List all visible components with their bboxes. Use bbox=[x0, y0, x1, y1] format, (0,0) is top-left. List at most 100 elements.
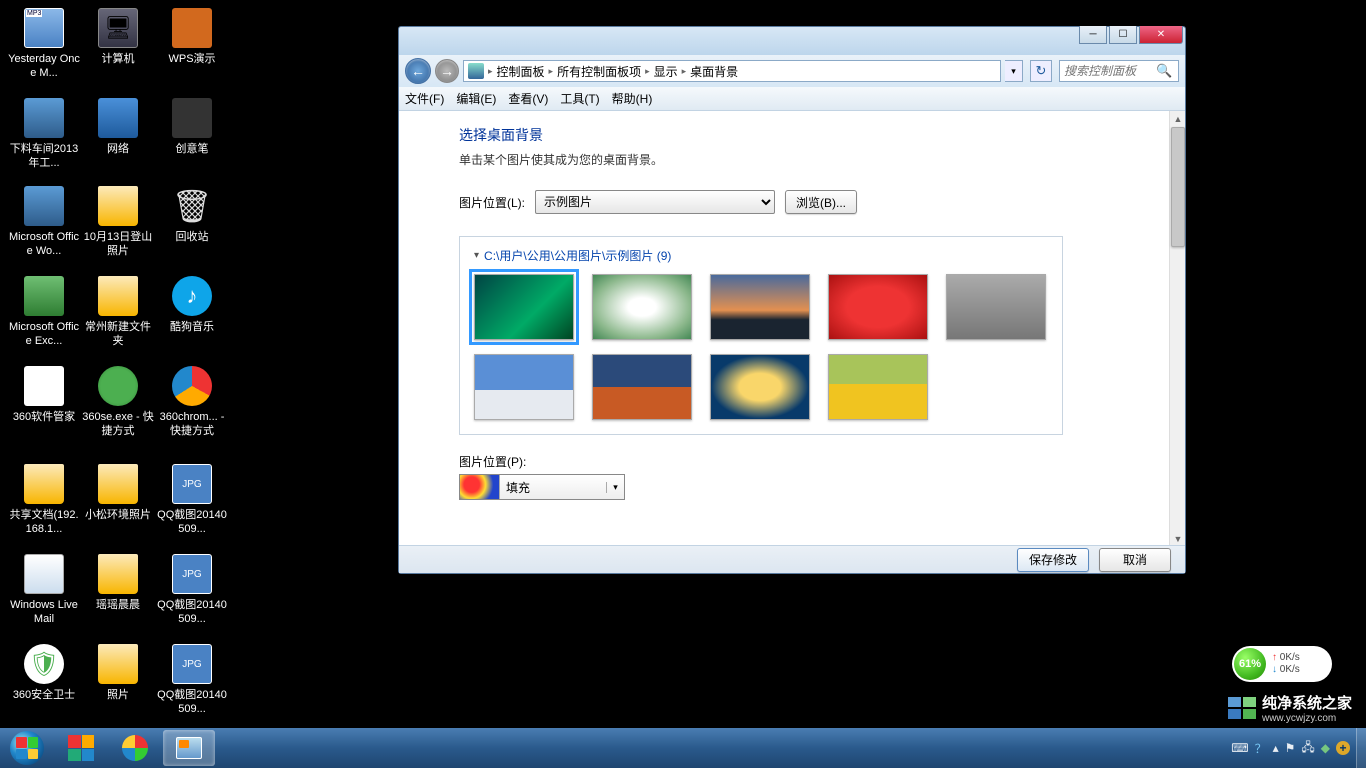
menu-file[interactable]: 文件(F) bbox=[405, 90, 444, 107]
desktop-icon[interactable]: Windows Live Mail bbox=[8, 554, 80, 626]
menu-edit[interactable]: 编辑(E) bbox=[456, 90, 496, 107]
app-icon bbox=[172, 8, 212, 48]
desktop-icon[interactable]: 照片 bbox=[82, 644, 154, 702]
picture-group: C:\用户\公用\公用图片\示例图片 (9) bbox=[459, 236, 1063, 435]
maximize-button[interactable]: ☐ bbox=[1109, 26, 1137, 44]
desktop-icon[interactable]: 下料车间2013年工... bbox=[8, 98, 80, 170]
icon-label: QQ截图20140509... bbox=[156, 508, 228, 536]
taskbar-pinwheel-app[interactable] bbox=[109, 730, 161, 766]
network-speed-widget[interactable]: 61% 0K/s 0K/s bbox=[1232, 646, 1332, 682]
folder-path-link[interactable]: C:\用户\公用\公用图片\示例图片 (9) bbox=[474, 247, 1048, 264]
desktop-icon[interactable]: Microsoft Office Wo... bbox=[8, 186, 80, 258]
search-icon[interactable]: 🔍 bbox=[1156, 63, 1172, 79]
desktop-icon[interactable]: ♪ 酷狗音乐 bbox=[156, 276, 228, 334]
cancel-button[interactable]: 取消 bbox=[1099, 548, 1171, 572]
app-icon bbox=[24, 8, 64, 48]
scroll-thumb[interactable] bbox=[1171, 127, 1185, 247]
keyboard-icon[interactable]: ⌨ bbox=[1231, 741, 1248, 755]
app-icon: 🖥 bbox=[98, 8, 138, 48]
address-dropdown[interactable]: ▾ bbox=[1005, 60, 1023, 82]
desktop-icon[interactable]: 🗑回收站 bbox=[156, 186, 228, 244]
icon-label: Yesterday Once M... bbox=[8, 52, 80, 80]
show-desktop-button[interactable] bbox=[1356, 728, 1366, 768]
icon-label: Microsoft Office Wo... bbox=[8, 230, 80, 258]
watermark-logo-icon bbox=[1228, 697, 1256, 719]
security-icon[interactable]: ◆ bbox=[1321, 741, 1330, 755]
network-icon[interactable]: 🖧 bbox=[1301, 738, 1314, 759]
crumb-background[interactable]: 桌面背景 bbox=[690, 63, 738, 80]
app-icon: JPG bbox=[172, 644, 212, 684]
position-select[interactable]: 填充 ▾ bbox=[459, 474, 625, 500]
save-button[interactable]: 保存修改 bbox=[1017, 548, 1089, 572]
desktop-icon[interactable]: 创意笔 bbox=[156, 98, 228, 156]
taskbar-control-panel[interactable] bbox=[163, 730, 215, 766]
icon-label: 360安全卫士 bbox=[8, 688, 80, 702]
wallpaper-thumb-7[interactable] bbox=[592, 354, 692, 420]
app-icon: JPG bbox=[172, 464, 212, 504]
menu-view[interactable]: 查看(V) bbox=[508, 90, 548, 107]
desktop-icon[interactable]: JPGQQ截图20140509... bbox=[156, 644, 228, 716]
desktop-icon[interactable]: WPS演示 bbox=[156, 8, 228, 66]
wallpaper-thumb-2[interactable] bbox=[592, 274, 692, 340]
desktop-icon[interactable]: 10月13日登山照片 bbox=[82, 186, 154, 258]
desktop-icon[interactable]: 360se.exe - 快捷方式 bbox=[82, 366, 154, 438]
desktop-icon[interactable]: 瑶瑶晨晨 bbox=[82, 554, 154, 612]
desktop-icon[interactable]: 360安全卫士 bbox=[8, 644, 80, 702]
breadcrumb-bar[interactable]: ▸ 控制面板 ▸ 所有控制面板项 ▸ 显示 ▸ 桌面背景 bbox=[463, 60, 1001, 82]
desktop-icon[interactable]: 360软件管家 bbox=[8, 366, 80, 424]
app-icon bbox=[98, 464, 138, 504]
wallpaper-thumb-1[interactable] bbox=[474, 274, 574, 340]
location-select[interactable]: 示例图片 bbox=[535, 190, 775, 214]
forward-button[interactable]: → bbox=[435, 59, 459, 83]
icon-label: 照片 bbox=[82, 688, 154, 702]
wallpaper-thumb-5[interactable] bbox=[946, 274, 1046, 340]
help-icon[interactable]: ？ bbox=[1255, 740, 1267, 757]
crumb-all-items[interactable]: 所有控制面板项 bbox=[557, 63, 641, 80]
titlebar[interactable]: ─ ☐ ✕ bbox=[399, 27, 1185, 55]
menu-tools[interactable]: 工具(T) bbox=[560, 90, 599, 107]
wallpaper-thumb-3[interactable] bbox=[710, 274, 810, 340]
menu-help[interactable]: 帮助(H) bbox=[612, 90, 653, 107]
icon-label: 回收站 bbox=[156, 230, 228, 244]
icon-label: 共享文档(192.168.1... bbox=[8, 508, 80, 536]
scroll-up[interactable]: ▲ bbox=[1170, 111, 1186, 127]
refresh-button[interactable]: ↻ bbox=[1030, 60, 1052, 82]
app-icon: ♪ bbox=[172, 276, 212, 316]
desktop-icon[interactable]: 网络 bbox=[82, 98, 154, 156]
desktop-icon[interactable]: 360chrom... - 快捷方式 bbox=[156, 366, 228, 438]
search-box[interactable]: 🔍 bbox=[1059, 60, 1179, 82]
app-icon bbox=[98, 366, 138, 406]
desktop-icon[interactable]: Yesterday Once M... bbox=[8, 8, 80, 80]
icon-label: 常州新建文件夹 bbox=[82, 320, 154, 348]
desktop-icon[interactable]: 🖥计算机 bbox=[82, 8, 154, 66]
wallpaper-thumb-4[interactable] bbox=[828, 274, 928, 340]
icon-label: 360软件管家 bbox=[8, 410, 80, 424]
desktop-icon[interactable]: 常州新建文件夹 bbox=[82, 276, 154, 348]
icon-label: Windows Live Mail bbox=[8, 598, 80, 626]
desktop-icon[interactable]: 共享文档(192.168.1... bbox=[8, 464, 80, 536]
icon-label: 酷狗音乐 bbox=[156, 320, 228, 334]
desktop-icon[interactable]: Microsoft Office Exc... bbox=[8, 276, 80, 348]
back-button[interactable]: ← bbox=[405, 58, 431, 84]
wallpaper-thumb-8[interactable] bbox=[710, 354, 810, 420]
close-button[interactable]: ✕ bbox=[1139, 26, 1183, 44]
crumb-control-panel[interactable]: 控制面板 bbox=[497, 63, 545, 80]
memory-usage-ball[interactable]: 61% bbox=[1234, 648, 1266, 680]
browse-button[interactable]: 浏览(B)... bbox=[785, 190, 857, 214]
taskbar-360-manager[interactable] bbox=[55, 730, 107, 766]
app-icon bbox=[98, 186, 138, 226]
search-input[interactable] bbox=[1064, 64, 1156, 78]
wallpaper-thumb-6[interactable] bbox=[474, 354, 574, 420]
desktop-icon[interactable]: JPGQQ截图20140509... bbox=[156, 554, 228, 626]
desktop-icon[interactable]: JPG QQ截图20140509... bbox=[156, 464, 228, 536]
scrollbar[interactable]: ▲ ▼ bbox=[1169, 111, 1185, 547]
crumb-display[interactable]: 显示 bbox=[654, 63, 678, 80]
add-icon[interactable]: + bbox=[1336, 741, 1350, 755]
tray-overflow-icon[interactable]: ▴ bbox=[1273, 741, 1279, 755]
minimize-button[interactable]: ─ bbox=[1079, 26, 1107, 44]
app-icon bbox=[172, 98, 212, 138]
action-center-icon[interactable]: ⚑ bbox=[1285, 741, 1296, 755]
desktop-icon[interactable]: 小松环境照片 bbox=[82, 464, 154, 522]
start-button[interactable] bbox=[0, 728, 54, 768]
wallpaper-thumb-9[interactable] bbox=[828, 354, 928, 420]
